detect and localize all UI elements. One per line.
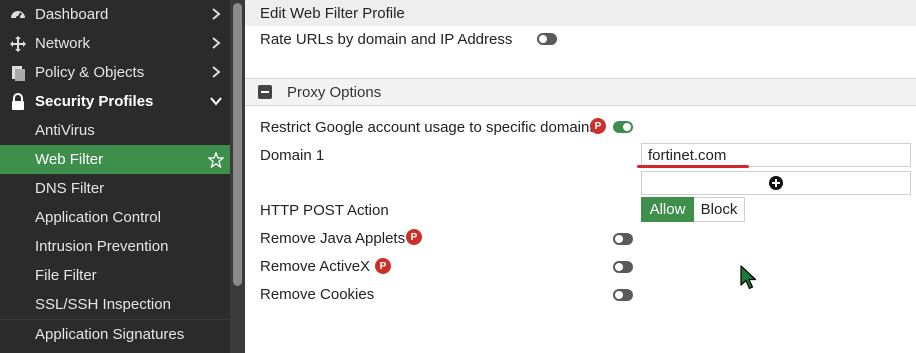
chevron-right-icon [208, 34, 224, 52]
sidebar-item-web-filter[interactable]: Web Filter [0, 145, 230, 174]
page-title: Edit Web Filter Profile [260, 5, 405, 22]
sidebar: Dashboard Network Policy & Objects Secur… [0, 0, 245, 353]
sidebar-item-label: Web Filter [35, 151, 104, 168]
chevron-down-icon [208, 92, 224, 110]
remove-activex-label: Remove ActiveX [260, 258, 371, 275]
proxy-badge-icon: P [375, 258, 391, 274]
rate-urls-toggle[interactable] [537, 33, 557, 45]
sidebar-item-label: DNS Filter [35, 180, 105, 197]
restrict-google-label: Restrict Google account usage to specifi… [260, 119, 597, 136]
sidebar-item-dashboard[interactable]: Dashboard [0, 0, 230, 29]
star-icon[interactable] [208, 151, 224, 169]
collapse-icon[interactable] [258, 85, 272, 99]
sidebar-item-label: File Filter [35, 267, 97, 284]
mouse-cursor-icon [740, 265, 757, 290]
dashboard-icon [9, 6, 27, 24]
sidebar-item-label: Security Profiles [35, 93, 154, 110]
remove-cookies-toggle[interactable] [613, 289, 633, 301]
sidebar-item-intrusion-prevention[interactable]: Intrusion Prevention [0, 232, 230, 261]
network-icon [9, 35, 27, 53]
http-post-label: HTTP POST Action [260, 202, 389, 219]
highlight-underline [637, 165, 749, 168]
sidebar-item-label: SSL/SSH Inspection [35, 296, 171, 313]
remove-cookies-label: Remove Cookies [260, 286, 375, 303]
sidebar-item-label: Policy & Objects [35, 64, 145, 81]
sidebar-item-label: Network [35, 35, 91, 52]
proxy-options-header[interactable]: Proxy Options [245, 78, 916, 106]
sidebar-item-antivirus[interactable]: AntiVirus [0, 116, 230, 145]
remove-java-toggle[interactable] [613, 233, 633, 245]
sidebar-item-label: AntiVirus [35, 122, 95, 139]
add-domain-row[interactable] [641, 171, 911, 195]
sidebar-item-label: Intrusion Prevention [35, 238, 169, 255]
domain-field[interactable] [641, 143, 911, 167]
lock-icon [9, 93, 27, 111]
remove-java-label: Remove Java Applets [260, 230, 406, 247]
remove-activex-toggle[interactable] [613, 261, 633, 273]
sidebar-item-ssl-ssh-inspection[interactable]: SSL/SSH Inspection [0, 290, 230, 319]
sidebar-item-file-filter[interactable]: File Filter [0, 261, 230, 290]
sidebar-item-network[interactable]: Network [0, 29, 230, 58]
sidebar-item-application-control[interactable]: Application Control [0, 203, 230, 232]
chevron-right-icon [208, 5, 224, 23]
sidebar-item-security-profiles[interactable]: Security Profiles [0, 87, 230, 116]
section-title: Proxy Options [287, 84, 382, 101]
sidebar-item-label: Application Control [35, 209, 161, 226]
allow-button[interactable]: Allow [641, 197, 694, 222]
sidebar-scrollbar-thumb[interactable] [233, 3, 242, 286]
domain-label: Domain 1 [260, 147, 325, 164]
sidebar-item-label: Dashboard [35, 6, 109, 23]
restrict-google-toggle[interactable] [613, 121, 633, 133]
rate-urls-label: Rate URLs by domain and IP Address [260, 31, 513, 48]
policy-icon [9, 64, 27, 82]
proxy-badge-icon: P [590, 118, 606, 134]
block-button[interactable]: Block [694, 197, 745, 222]
sidebar-item-dns-filter[interactable]: DNS Filter [0, 174, 230, 203]
add-icon[interactable] [769, 176, 783, 190]
sidebar-item-label: Application Signatures [35, 326, 185, 343]
chevron-right-icon [208, 63, 224, 81]
proxy-badge-icon: P [406, 229, 422, 245]
page-header: Edit Web Filter Profile [245, 0, 916, 26]
main-content: Edit Web Filter Profile Rate URLs by dom… [245, 0, 916, 353]
sidebar-item-application-signatures[interactable]: Application Signatures [0, 320, 230, 349]
domain-input[interactable] [648, 146, 898, 164]
sidebar-item-policy-objects[interactable]: Policy & Objects [0, 58, 230, 87]
